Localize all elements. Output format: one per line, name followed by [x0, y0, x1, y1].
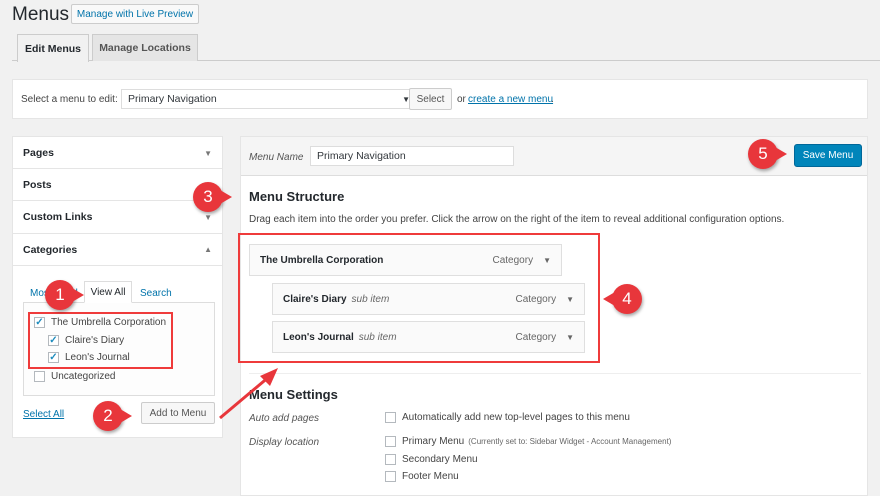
select-all-link[interactable]: Select All [23, 409, 64, 420]
category-label: Uncategorized [51, 371, 116, 382]
checkbox-icon[interactable] [385, 454, 396, 465]
tab-search[interactable]: Search [140, 288, 172, 299]
save-menu-button[interactable]: Save Menu [794, 144, 862, 167]
select-button[interactable]: Select [409, 88, 452, 110]
section-label: Posts [23, 179, 52, 191]
divider [249, 373, 861, 374]
highlight-box [238, 233, 600, 363]
option-label: Secondary Menu [402, 454, 478, 465]
select-menu-bar: Select a menu to edit: Primary Navigatio… [12, 79, 868, 119]
location-primary[interactable]: Primary Menu (Currently set to: Sidebar W… [385, 436, 671, 447]
option-label: Primary Menu [402, 436, 465, 447]
checkbox-icon[interactable] [385, 471, 396, 482]
highlight-box [28, 312, 173, 369]
location-note: (Currently set to: Sidebar Widget - Acco… [468, 437, 672, 446]
accordion-pages[interactable]: Pages ▼ [12, 136, 223, 169]
checkbox-icon[interactable] [34, 371, 45, 382]
menu-name-label: Menu Name [249, 152, 304, 163]
tab-view-all[interactable]: View All [84, 281, 132, 303]
menu-name-input[interactable]: Primary Navigation [310, 146, 514, 166]
caret-down-icon: ▼ [204, 212, 212, 222]
or-text: or [457, 94, 466, 105]
section-label: Pages [23, 147, 54, 159]
callout-2: 2 [93, 401, 132, 431]
option-label: Footer Menu [402, 471, 459, 482]
location-footer[interactable]: Footer Menu [385, 471, 459, 482]
pointer-arrow-icon [219, 368, 278, 420]
accordion-custom-links[interactable]: Custom Links ▼ [12, 200, 223, 233]
display-location-label: Display location [249, 437, 320, 448]
menu-select[interactable]: Primary Navigation ▼ [121, 89, 417, 109]
period: . [551, 94, 554, 105]
callout-4: 4 [603, 284, 642, 314]
checkbox-icon[interactable] [385, 412, 396, 423]
location-secondary[interactable]: Secondary Menu [385, 454, 478, 465]
checkbox-icon[interactable] [385, 436, 396, 447]
option-label: Automatically add new top-level pages to… [402, 412, 630, 423]
section-label: Custom Links [23, 211, 93, 223]
callout-3: 3 [193, 182, 232, 212]
menu-select-value: Primary Navigation [128, 93, 217, 105]
category-uncategorized[interactable]: Uncategorized [34, 371, 115, 382]
menu-structure-title: Menu Structure [249, 189, 345, 204]
create-menu-link[interactable]: create a new menu [468, 94, 553, 105]
page-title: Menus [12, 4, 70, 25]
section-label: Categories [23, 243, 78, 256]
tab-manage-locations[interactable]: Manage Locations [92, 34, 198, 61]
menu-name-value: Primary Navigation [317, 150, 406, 162]
caret-up-icon: ▲ [204, 245, 212, 254]
callout-5: 5 [748, 139, 787, 169]
callout-1: 1 [45, 280, 84, 310]
select-menu-label: Select a menu to edit: [21, 94, 118, 105]
menu-structure-desc: Drag each item into the order you prefer… [249, 214, 785, 225]
caret-down-icon: ▼ [204, 148, 212, 158]
auto-add-option[interactable]: Automatically add new top-level pages to… [385, 412, 630, 423]
accordion-categories[interactable]: Categories ▲ [12, 233, 223, 266]
live-preview-button[interactable]: Manage with Live Preview [71, 4, 199, 24]
tab-edit-menus[interactable]: Edit Menus [17, 34, 89, 62]
accordion-posts[interactable]: Posts [12, 168, 223, 201]
